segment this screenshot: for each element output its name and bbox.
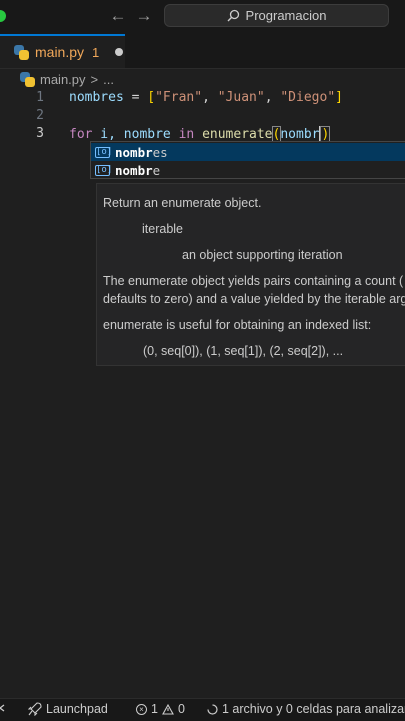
doc-param-description: an object supporting iteration [182, 248, 343, 262]
line-number: 3 [36, 126, 44, 141]
code-token-paren: ) [320, 126, 331, 143]
code-token-keyword: in [178, 127, 195, 142]
doc-paragraph: The enumerate object yields pairs contai… [103, 274, 404, 288]
breadcrumb-file[interactable]: main.py [40, 72, 86, 87]
arrow-left-icon[interactable]: ← [107, 6, 129, 26]
suggestion-item[interactable]: [o] nombre [91, 161, 405, 179]
python-icon [14, 44, 29, 60]
code-token-string: "Juan" [217, 90, 265, 105]
launchpad-label: Launchpad [46, 702, 108, 716]
warning-count: 0 [177, 702, 185, 716]
suggestion-rest: e [152, 162, 161, 178]
doc-param-name: iterable [142, 222, 183, 236]
command-center-search[interactable]: Programacion [164, 4, 389, 27]
code-line-3[interactable]: for i, nombre in enumerate(nombr) [69, 126, 331, 143]
code-token-operator: = [123, 90, 148, 105]
code-token-comma: , [264, 90, 281, 105]
code-token-function: enumerate [202, 127, 273, 142]
doc-paragraph: defaults to zero) and a value yielded by… [103, 292, 405, 306]
error-count: 1 [151, 702, 158, 716]
code-token-argument: nombr [280, 127, 320, 142]
code-token-bracket: ] [335, 90, 343, 105]
breadcrumb-more[interactable]: ... [103, 72, 114, 87]
title-bar: ← → Programacion [0, 0, 405, 34]
code-line-1[interactable]: nombres = ["Fran", "Juan", "Diego"] [69, 90, 343, 105]
unsaved-dot-icon[interactable] [115, 48, 124, 56]
arrow-right-icon[interactable]: → [133, 6, 155, 26]
command-center-label: Programacion [245, 8, 327, 23]
code-token-comma: , [202, 90, 218, 105]
hover-documentation: Return an enumerate object. iterable an … [96, 183, 405, 366]
editor-tab-bar: main.py 1 [0, 34, 405, 69]
problems-indicator[interactable]: × 1 0 [136, 702, 185, 716]
remote-icon[interactable] [0, 702, 6, 714]
line-number: 1 [36, 90, 44, 105]
code-token-string: "Diego" [280, 90, 336, 105]
variable-icon: [o] [95, 164, 113, 176]
suggestion-match: nombr [115, 144, 153, 160]
status-bar: Launchpad × 1 0 1 archivo y 0 celdas par… [0, 698, 405, 721]
rocket-icon [28, 702, 42, 716]
code-token-variable: nombres [69, 90, 124, 105]
warning-icon [162, 703, 174, 715]
autocomplete-suggest-widget: [o] nombres [o] nombre [90, 141, 405, 179]
doc-summary: Return an enumerate object. [103, 196, 262, 210]
window-maximize-button[interactable] [0, 10, 6, 22]
suggestion-match: nombr [115, 162, 153, 178]
tab-main-py[interactable]: main.py 1 [0, 34, 125, 68]
chevron-right-icon: > [90, 71, 99, 87]
suggestion-item[interactable]: [o] nombres [91, 143, 405, 161]
analysis-status[interactable]: 1 archivo y 0 celdas para analizar [207, 702, 405, 716]
variable-icon: [o] [95, 146, 113, 158]
launchpad-button[interactable]: Launchpad [28, 702, 108, 716]
doc-paragraph: enumerate is useful for obtaining an ind… [103, 318, 372, 332]
code-token-variables: i, nombre [92, 127, 179, 142]
search-icon [227, 9, 239, 22]
tab-problem-count: 1 [92, 44, 100, 60]
code-token-bracket: [ [147, 90, 156, 105]
python-icon [20, 71, 35, 87]
loading-spinner-icon [207, 703, 218, 715]
error-icon: × [136, 703, 147, 715]
doc-example: (0, seq[0]), (1, seq[1]), (2, seq[2]), .… [143, 344, 344, 358]
tab-label: main.py [35, 44, 85, 60]
breadcrumb: main.py > ... [20, 70, 114, 88]
suggestion-rest: es [152, 144, 168, 160]
code-token-keyword: for [69, 127, 93, 142]
line-number: 2 [36, 108, 44, 123]
analysis-status-text: 1 archivo y 0 celdas para analizar [222, 702, 405, 716]
code-token-string: "Fran" [155, 90, 203, 105]
